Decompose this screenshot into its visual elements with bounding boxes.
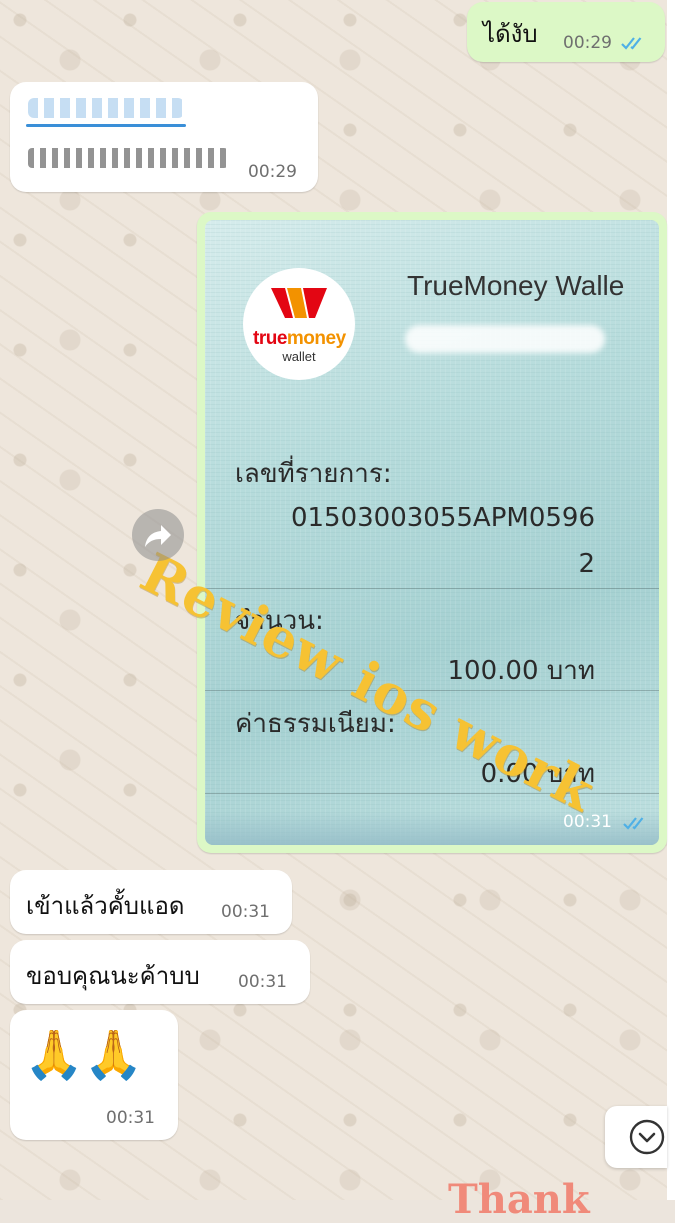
logo-wordmark: truemoney	[253, 328, 346, 349]
redacted-link	[26, 124, 186, 127]
redacted-text-bottom	[28, 148, 228, 168]
message-text: เข้าแล้วคั้บแอด	[26, 892, 185, 920]
logo-wallet-text: wallet	[282, 349, 316, 364]
amount-value: 100.00 บาท	[447, 656, 595, 686]
truemoney-logo: truemoney wallet	[243, 268, 355, 380]
double-check-icon	[623, 817, 644, 830]
message-time: 00:31	[238, 972, 287, 992]
scroll-to-bottom-button[interactable]	[605, 1106, 667, 1168]
transaction-id-value-line2: 2	[578, 549, 595, 579]
incoming-message-bubble[interactable]: ขอบคุณนะค้าบบ 00:31	[10, 940, 310, 1004]
emoji-message: 🙏🙏	[24, 1027, 144, 1083]
scroll-gutter	[667, 0, 675, 1200]
transaction-id-label: เลขที่รายการ:	[235, 459, 392, 489]
truemoney-w-icon	[271, 288, 327, 318]
forward-button[interactable]	[132, 509, 184, 561]
incoming-message-bubble[interactable]: 00:29	[10, 82, 318, 192]
message-time: 00:29	[248, 162, 297, 182]
double-check-icon	[621, 37, 642, 50]
divider	[205, 588, 659, 589]
truemoney-receipt-image[interactable]: truemoney wallet TrueMoney Walle เลขที่ร…	[205, 220, 659, 845]
redacted-phone-number	[405, 325, 605, 353]
incoming-message-bubble[interactable]: 🙏🙏 00:31	[10, 1010, 178, 1140]
chevron-down-icon	[629, 1119, 665, 1155]
receipt-title: TrueMoney Walle	[407, 270, 625, 301]
forward-arrow-icon	[145, 525, 171, 547]
incoming-message-bubble[interactable]: เข้าแล้วคั้บแอด 00:31	[10, 870, 292, 934]
message-text: ได้งับ	[483, 20, 538, 48]
message-time: 00:31	[221, 902, 270, 922]
redacted-text-top	[28, 98, 184, 118]
outgoing-message-bubble[interactable]: ได้งับ 00:29	[467, 2, 665, 62]
transaction-id-value-line1: 01503003055APM0596	[290, 503, 595, 533]
message-time: 00:31	[106, 1108, 155, 1128]
message-time: 00:29	[563, 33, 612, 53]
message-text: ขอบคุณนะค้าบบ	[26, 962, 200, 990]
